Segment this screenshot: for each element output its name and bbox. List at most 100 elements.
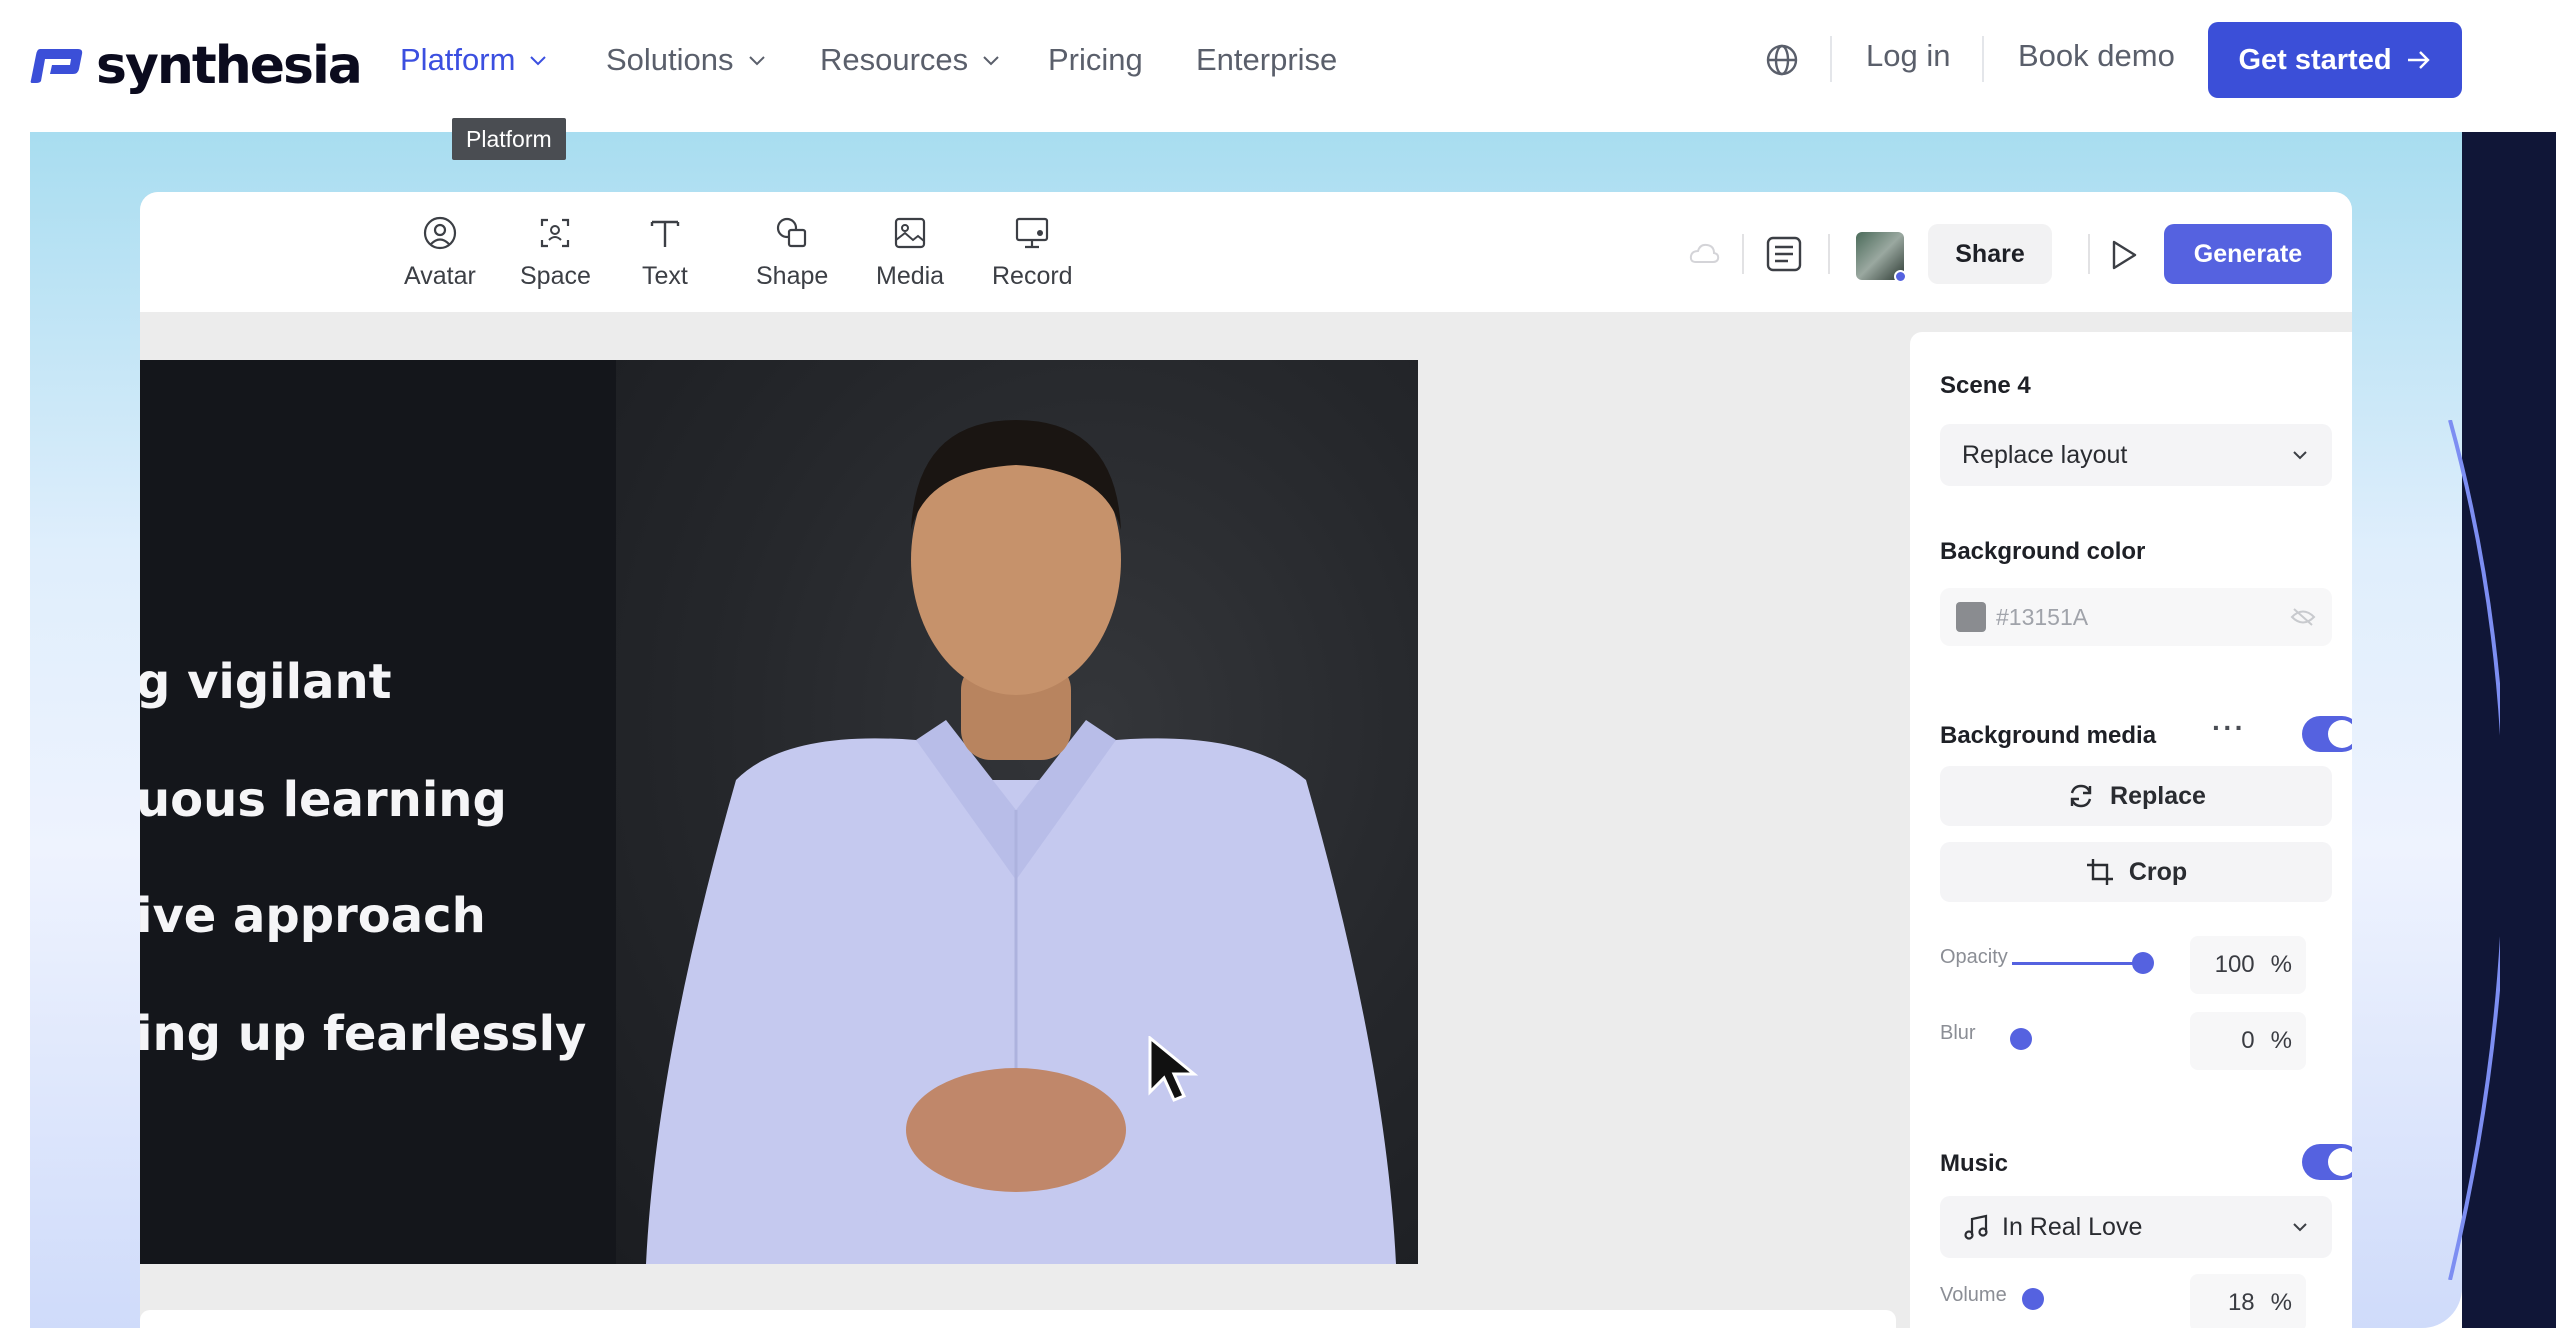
volume-value: 18 [2227, 1289, 2255, 1316]
play-preview-icon[interactable] [2106, 238, 2140, 272]
tool-shape[interactable]: Shape [756, 214, 828, 291]
volume-input[interactable]: 18 % [2190, 1274, 2306, 1328]
volume-slider-knob[interactable] [2022, 1288, 2044, 1310]
toolbar-divider [1828, 234, 1830, 274]
opacity-slider-track[interactable] [2012, 962, 2144, 965]
avatar-icon [423, 216, 457, 250]
platform-tooltip: Platform [452, 118, 566, 160]
tool-media-label: Media [876, 262, 945, 290]
opacity-label: Opacity [1940, 946, 2008, 968]
blur-slider-knob[interactable] [2010, 1028, 2032, 1050]
cloud-sync-icon [1689, 243, 1720, 263]
volume-label: Volume [1940, 1284, 2007, 1306]
login-link[interactable]: Log in [1866, 38, 1950, 74]
more-options-icon[interactable]: ··· [2212, 712, 2246, 744]
background-color-value: #13151A [1996, 603, 2089, 630]
tool-text[interactable]: Text [642, 214, 688, 291]
opacity-slider-knob[interactable] [2132, 952, 2154, 974]
opacity-input[interactable]: 100 % [2190, 936, 2306, 994]
nav-solutions[interactable]: Solutions [606, 38, 768, 82]
chevron-down-icon [748, 56, 765, 66]
nav-divider [1982, 36, 1984, 82]
synthesia-logo[interactable]: synthesia [30, 32, 363, 100]
replace-layout-select[interactable]: Replace layout [1940, 424, 2332, 486]
tool-avatar[interactable]: Avatar [404, 214, 476, 291]
music-label: Music [1940, 1150, 2009, 1177]
user-avatar[interactable] [1856, 232, 1907, 283]
music-track-select[interactable]: In Real Love [1940, 1196, 2332, 1258]
script-notes-icon[interactable] [1764, 234, 1804, 274]
canvas-text-line[interactable]: ive approach [140, 888, 486, 944]
logo-mark-icon [30, 49, 83, 83]
editor-toolbar: Avatar Space Text Shape Media Record Sha… [140, 192, 2352, 312]
get-started-button[interactable]: Get started [2208, 22, 2462, 98]
canvas-text-line[interactable]: g vigilant [140, 654, 392, 710]
nav-platform-label: Platform [400, 42, 516, 77]
timeline-strip [140, 1310, 1896, 1328]
background-color-label: Background color [1940, 538, 2146, 565]
scene-properties-panel: Scene 4 Replace layout Background color … [1910, 332, 2352, 1328]
color-swatch[interactable] [1956, 602, 1986, 632]
nav-enterprise[interactable]: Enterprise [1196, 38, 1337, 82]
media-icon [894, 217, 926, 249]
video-editor-window: Avatar Space Text Shape Media Record Sha… [140, 192, 2352, 1328]
chevron-down-icon [983, 56, 999, 66]
background-media-label: Background media [1940, 722, 2157, 749]
shape-icon [777, 217, 807, 248]
nav-pricing-label: Pricing [1048, 42, 1143, 77]
nav-enterprise-label: Enterprise [1196, 42, 1338, 77]
nav-resources-label: Resources [820, 42, 969, 77]
chevron-down-icon [2293, 451, 2307, 460]
get-started-label: Get started [2238, 43, 2392, 76]
tool-text-label: Text [642, 262, 688, 290]
background-color-field[interactable]: #13151A [1940, 588, 2332, 646]
toolbar-divider [1742, 234, 1744, 274]
blur-label: Blur [1940, 1022, 1976, 1044]
logo-text: synthesia [96, 36, 363, 96]
crop-icon [2086, 859, 2113, 885]
crop-label: Crop [2128, 857, 2188, 886]
book-demo-link[interactable]: Book demo [2018, 38, 2175, 74]
generate-button[interactable]: Generate [2164, 224, 2332, 284]
canvas-text-line[interactable]: uous learning [140, 772, 507, 828]
text-icon [650, 220, 680, 247]
blur-value: 0 [2241, 1027, 2255, 1054]
replace-media-button[interactable]: Replace [1940, 766, 2332, 826]
crop-media-button[interactable]: Crop [1940, 842, 2332, 902]
mouse-cursor-icon [1148, 1036, 1199, 1102]
chevron-down-icon [2293, 1223, 2307, 1232]
tool-record-label: Record [992, 262, 1073, 290]
tool-record[interactable]: Record [992, 214, 1073, 291]
background-media-toggle[interactable] [2302, 716, 2352, 752]
opacity-value: 100 [2214, 951, 2255, 978]
tool-avatar-label: Avatar [404, 262, 476, 290]
percent-sign: % [2270, 1289, 2292, 1316]
tool-space[interactable]: Space [520, 214, 591, 291]
share-button[interactable]: Share [1928, 224, 2052, 284]
chevron-down-icon [530, 56, 547, 66]
canvas-text-line[interactable]: ing up fearlessly [140, 1006, 586, 1062]
top-navigation: synthesia Platform Solutions Resources P… [0, 0, 2556, 132]
blur-input[interactable]: 0 % [2190, 1012, 2306, 1070]
globe-icon[interactable] [1764, 42, 1800, 78]
percent-sign: % [2270, 1027, 2292, 1054]
refresh-icon [2070, 784, 2092, 808]
tool-media[interactable]: Media [876, 214, 944, 291]
music-track-name: In Real Love [2002, 1212, 2143, 1241]
replace-label: Replace [2110, 781, 2206, 810]
music-note-icon [1964, 1214, 1988, 1240]
nav-solutions-label: Solutions [606, 42, 734, 77]
tool-shape-label: Shape [756, 262, 829, 290]
eye-hidden-icon[interactable] [2290, 606, 2316, 628]
replace-layout-label: Replace layout [1962, 440, 2128, 469]
presenter-avatar[interactable] [616, 360, 1418, 1264]
nav-platform[interactable]: Platform [400, 38, 549, 82]
nav-resources[interactable]: Resources [820, 38, 1002, 82]
video-canvas[interactable]: g vigilant uous learning ive approach in… [140, 360, 1418, 1264]
arrow-right-icon [2407, 51, 2430, 69]
page-margin [0, 132, 30, 1328]
nav-pricing[interactable]: Pricing [1048, 38, 1143, 82]
toolbar-divider [2088, 234, 2090, 274]
space-icon [541, 218, 570, 248]
music-toggle[interactable] [2302, 1144, 2352, 1180]
